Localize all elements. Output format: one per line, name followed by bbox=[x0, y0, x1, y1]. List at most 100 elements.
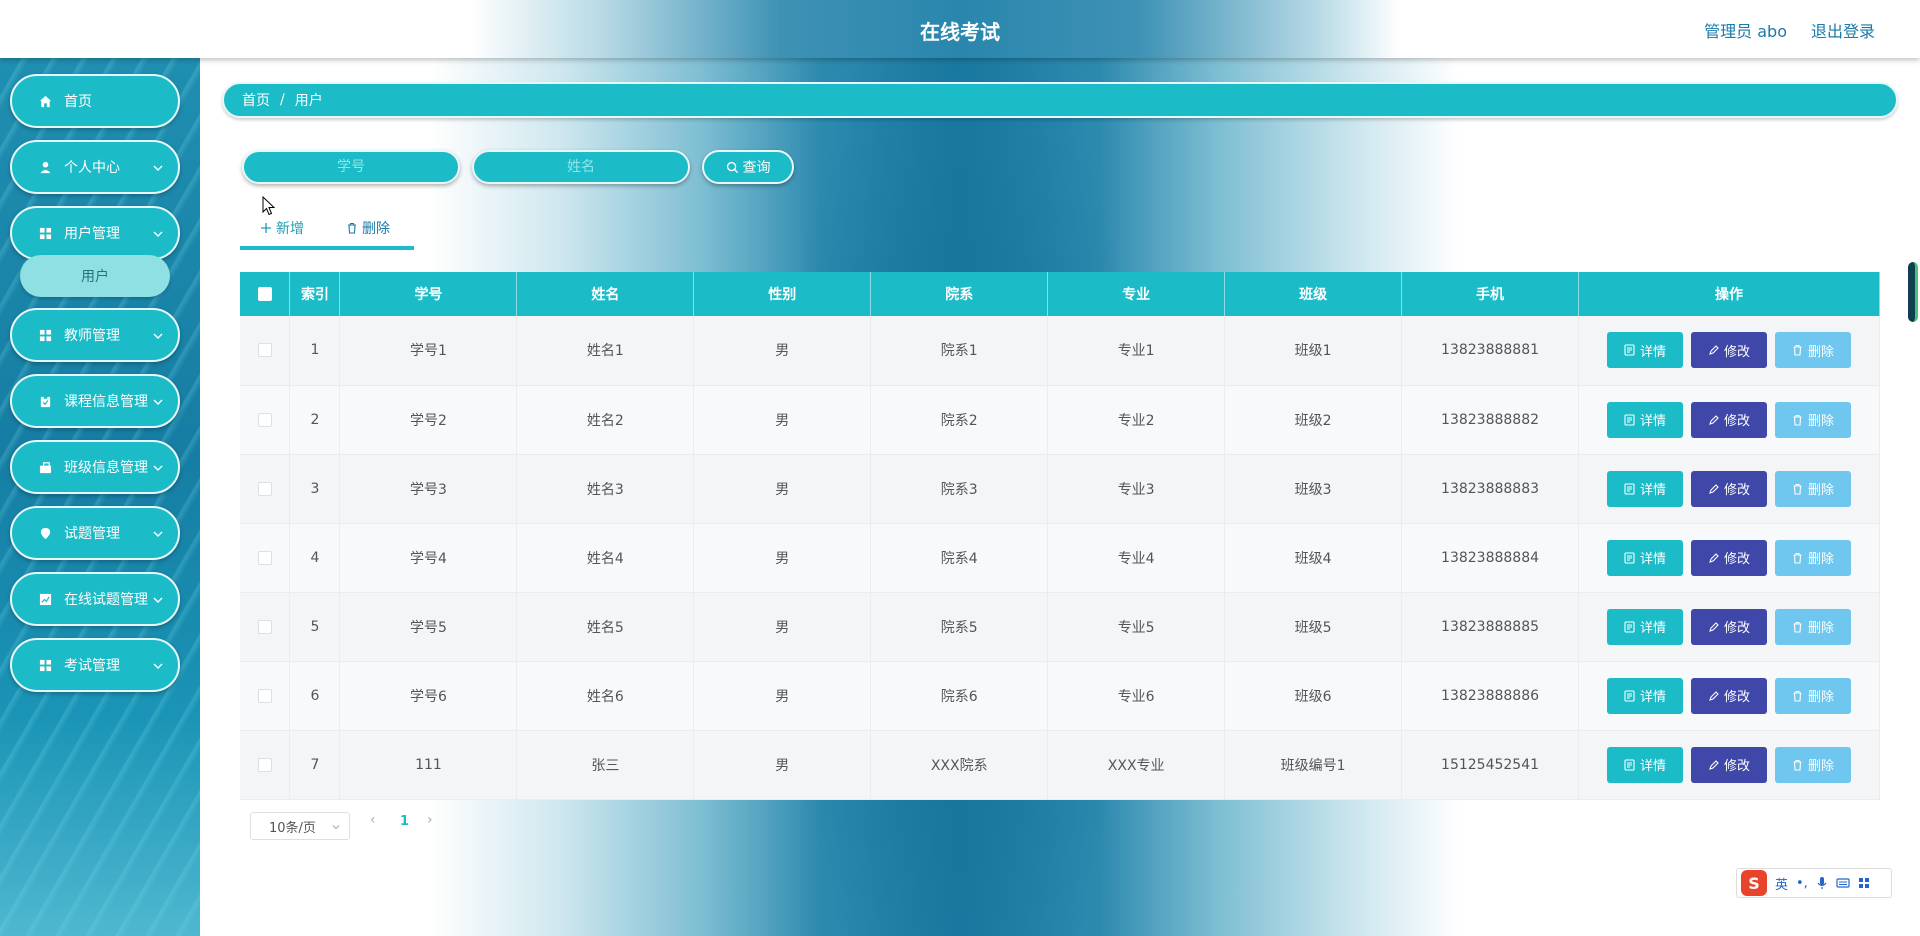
detail-button-label: 详情 bbox=[1639, 483, 1666, 498]
cell-name: 姓名6 bbox=[516, 661, 695, 731]
column-header-phone: 手机 bbox=[1401, 272, 1580, 316]
detail-button[interactable]: 详情 bbox=[1607, 401, 1683, 438]
chevron-down-icon bbox=[153, 663, 163, 669]
chevron-down-icon bbox=[153, 165, 163, 171]
sidebar-item-teacher-management[interactable]: 教师管理 bbox=[10, 308, 180, 362]
bulk-delete-button[interactable]: 删除 bbox=[346, 218, 390, 238]
select-all-checkbox[interactable] bbox=[257, 287, 272, 301]
cell-class: 班级5 bbox=[1224, 592, 1403, 662]
plus-icon bbox=[261, 223, 271, 233]
edit-icon bbox=[1708, 759, 1719, 771]
sidebar-item-exam-management[interactable]: 考试管理 bbox=[10, 638, 180, 692]
cell-major: 专业1 bbox=[1047, 316, 1226, 386]
edit-button[interactable]: 修改 bbox=[1691, 746, 1767, 783]
detail-button[interactable]: 详情 bbox=[1607, 539, 1683, 576]
row-checkbox[interactable] bbox=[257, 481, 272, 496]
cell-name: 张三 bbox=[516, 730, 695, 800]
name-search-input[interactable] bbox=[472, 150, 690, 184]
edit-button-label: 修改 bbox=[1723, 414, 1750, 429]
sidebar-item-class-management[interactable]: 班级信息管理 bbox=[10, 440, 180, 494]
detail-button[interactable]: 详情 bbox=[1607, 677, 1683, 714]
microphone-icon[interactable] bbox=[1816, 876, 1828, 890]
row-checkbox[interactable] bbox=[257, 688, 272, 703]
add-button[interactable]: 新增 bbox=[260, 218, 304, 238]
delete-button[interactable]: 删除 bbox=[1775, 539, 1851, 576]
logout-link[interactable]: 退出登录 bbox=[1811, 18, 1875, 42]
cell-select bbox=[240, 385, 291, 455]
cell-operations: 详情 修改 删除 bbox=[1578, 454, 1880, 524]
breadcrumb-separator: / bbox=[280, 92, 285, 108]
sogou-logo-icon[interactable]: S bbox=[1741, 870, 1767, 896]
delete-button[interactable]: 删除 bbox=[1775, 470, 1851, 507]
cell-name: 姓名2 bbox=[516, 385, 695, 455]
grid-icon bbox=[38, 328, 52, 342]
sidebar-item-label: 教师管理 bbox=[64, 328, 120, 344]
column-header-major: 专业 bbox=[1047, 272, 1226, 316]
delete-button[interactable]: 删除 bbox=[1775, 401, 1851, 438]
user-icon bbox=[38, 160, 52, 174]
delete-button-label: 删除 bbox=[1807, 483, 1834, 498]
edit-button[interactable]: 修改 bbox=[1691, 470, 1767, 507]
sidebar-item-label: 试题管理 bbox=[64, 526, 120, 542]
edit-button[interactable]: 修改 bbox=[1691, 401, 1767, 438]
ime-language-toggle[interactable]: 英 bbox=[1775, 874, 1788, 893]
sidebar-item-label: 课程信息管理 bbox=[64, 394, 148, 410]
admin-user-label[interactable]: 管理员 abo bbox=[1704, 18, 1787, 42]
edit-button[interactable]: 修改 bbox=[1691, 332, 1767, 369]
student-id-search-input[interactable] bbox=[242, 150, 460, 184]
chevron-down-icon bbox=[332, 825, 340, 830]
keyboard-icon[interactable] bbox=[1836, 877, 1850, 889]
breadcrumb-home[interactable]: 首页 bbox=[242, 90, 270, 110]
sidebar-item-user-management[interactable]: 用户管理 bbox=[10, 206, 180, 260]
breadcrumb-current: 用户 bbox=[294, 93, 323, 109]
grid-icon bbox=[38, 226, 52, 240]
row-checkbox[interactable] bbox=[257, 619, 272, 634]
page-number-current[interactable]: 1 bbox=[400, 814, 409, 829]
top-header: 在线考试 管理员 abo 退出登录 bbox=[0, 0, 1920, 58]
trash-icon bbox=[348, 222, 356, 234]
edit-button[interactable]: 修改 bbox=[1691, 539, 1767, 576]
page-scrollbar[interactable] bbox=[1908, 262, 1918, 322]
row-checkbox[interactable] bbox=[257, 757, 272, 772]
sidebar-item-online-question-management[interactable]: 在线试题管理 bbox=[10, 572, 180, 626]
cell-operations: 详情 修改 删除 bbox=[1578, 730, 1880, 800]
detail-button[interactable]: 详情 bbox=[1607, 746, 1683, 783]
page-size-select[interactable]: 10条/页 bbox=[250, 812, 350, 840]
row-checkbox[interactable] bbox=[257, 550, 272, 565]
sidebar-item-course-management[interactable]: 课程信息管理 bbox=[10, 374, 180, 428]
grid-icon bbox=[38, 658, 52, 672]
delete-button[interactable]: 删除 bbox=[1775, 677, 1851, 714]
column-header-student-id: 学号 bbox=[339, 272, 518, 316]
table-body: 1 学号1 姓名1 男院系1 专业1 班级1 13823888881 详情 修改 删除 2 学号2 姓名… bbox=[240, 316, 1880, 800]
trash-icon bbox=[1792, 621, 1803, 633]
query-button[interactable]: 查询 bbox=[702, 150, 794, 184]
detail-button-label: 详情 bbox=[1639, 552, 1666, 567]
edit-button[interactable]: 修改 bbox=[1691, 677, 1767, 714]
cell-phone: 13823888883 bbox=[1401, 454, 1580, 524]
cell-class: 班级编号1 bbox=[1224, 730, 1403, 800]
row-checkbox[interactable] bbox=[257, 343, 272, 358]
delete-button[interactable]: 删除 bbox=[1775, 608, 1851, 645]
sidebar-item-home[interactable]: 首页 bbox=[10, 74, 180, 128]
detail-button[interactable]: 详情 bbox=[1607, 332, 1683, 369]
sidebar-item-profile[interactable]: 个人中心 bbox=[10, 140, 180, 194]
delete-button[interactable]: 删除 bbox=[1775, 746, 1851, 783]
delete-button[interactable]: 删除 bbox=[1775, 332, 1851, 369]
sidebar-subitem-users[interactable]: 用户 bbox=[20, 255, 170, 297]
cell-student-id: 学号2 bbox=[339, 385, 518, 455]
ime-punctuation-toggle[interactable]: •, bbox=[1796, 876, 1808, 891]
sidebar-item-label: 班级信息管理 bbox=[64, 460, 148, 476]
table-row: 6 学号6 姓名6 男院系6 专业6 班级6 13823888886 详情 修改 删除 bbox=[240, 661, 1880, 731]
sidebar-item-question-management[interactable]: 试题管理 bbox=[10, 506, 180, 560]
briefcase-icon bbox=[38, 460, 52, 474]
cell-operations: 详情 修改 删除 bbox=[1578, 592, 1880, 662]
edit-button[interactable]: 修改 bbox=[1691, 608, 1767, 645]
detail-button[interactable]: 详情 bbox=[1607, 470, 1683, 507]
cell-operations: 详情 修改 删除 bbox=[1578, 661, 1880, 731]
detail-button[interactable]: 详情 bbox=[1607, 608, 1683, 645]
apps-grid-icon[interactable] bbox=[1858, 877, 1870, 889]
chevron-down-icon bbox=[153, 465, 163, 471]
next-page-button[interactable]: › bbox=[427, 812, 447, 832]
previous-page-button[interactable]: ‹ bbox=[370, 812, 390, 832]
row-checkbox[interactable] bbox=[257, 412, 272, 427]
